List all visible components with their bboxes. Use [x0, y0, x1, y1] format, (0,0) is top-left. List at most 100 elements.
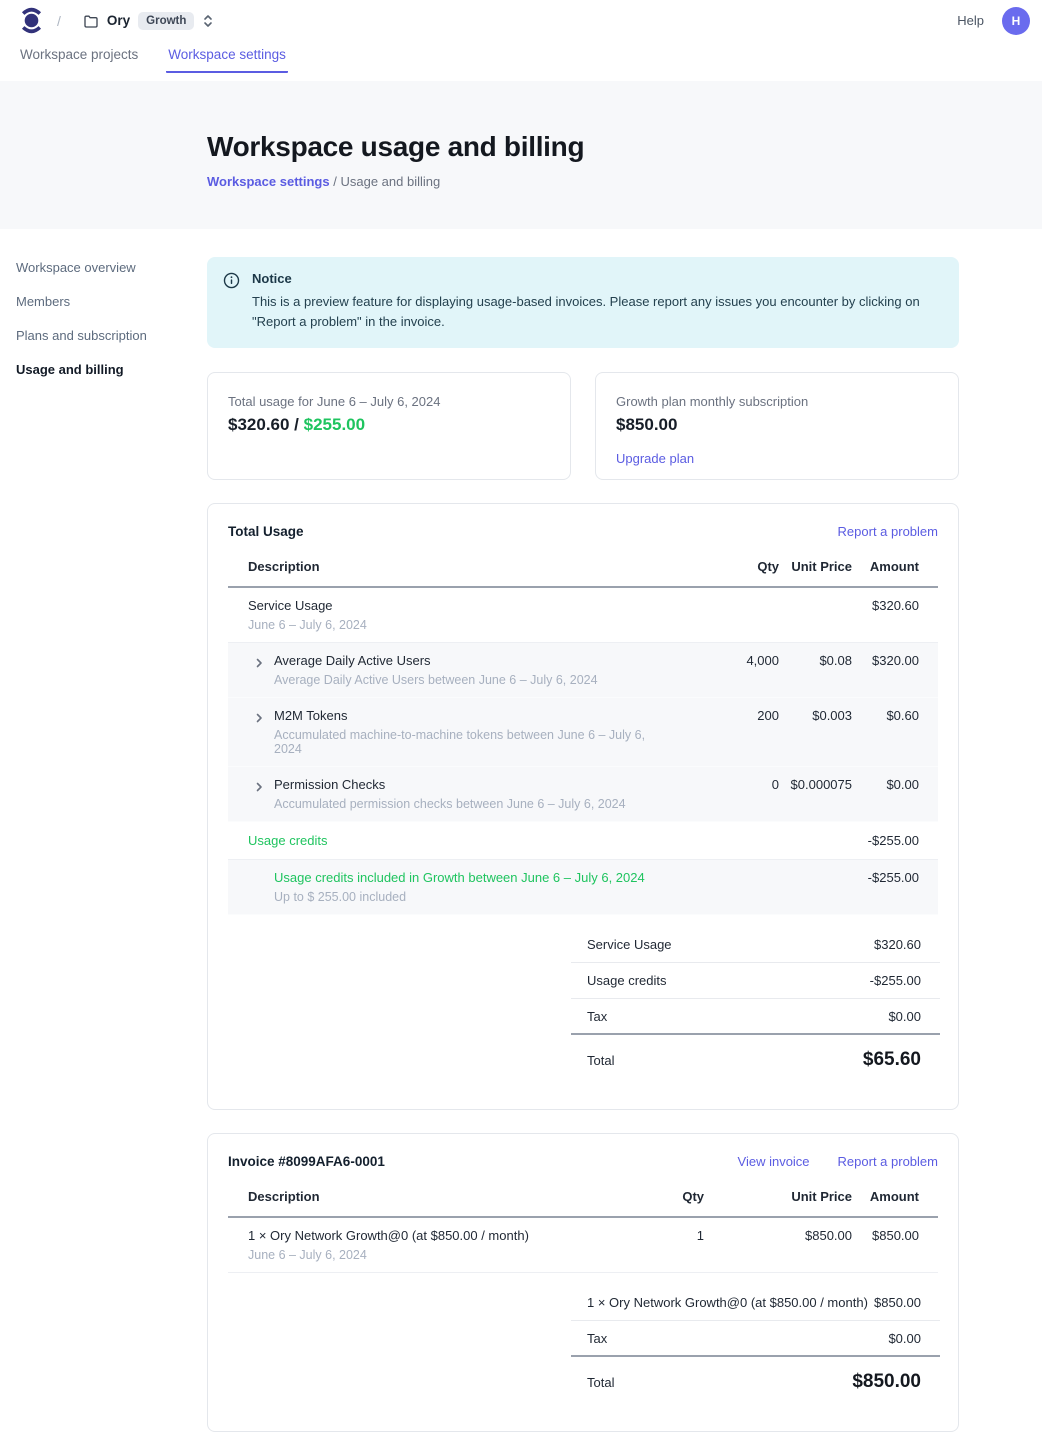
total-usage-label: Total usage for June 6 – July 6, 2024 [228, 394, 550, 409]
preview-notice: Notice This is a preview feature for dis… [207, 257, 959, 348]
upgrade-plan-link[interactable]: Upgrade plan [616, 451, 694, 466]
row-unit-price: $0.08 [779, 653, 852, 668]
chevron-updown-icon [202, 14, 214, 28]
summary-total-value: $850.00 [852, 1371, 921, 1393]
table-row-average-daily-active-users: Average Daily Active Users Average Daily… [228, 643, 938, 698]
report-a-problem-link[interactable]: Report a problem [838, 1154, 938, 1169]
breadcrumb-current: Usage and billing [340, 174, 440, 189]
row-name: Service Usage [248, 598, 676, 613]
summary-row-total: Total $65.60 [571, 1035, 940, 1085]
page-title: Workspace usage and billing [207, 131, 1002, 163]
tab-workspace-projects[interactable]: Workspace projects [18, 41, 140, 73]
row-unit-price: $850.00 [704, 1228, 852, 1243]
invoice-summary: 1 × Ory Network Growth@0 (at $850.00 / m… [571, 1285, 940, 1407]
page-header: Workspace usage and billing Workspace se… [0, 81, 1042, 229]
col-qty: Qty [654, 1189, 704, 1204]
row-amount: $0.00 [852, 777, 938, 792]
main-content: Notice This is a preview feature for dis… [207, 257, 959, 1450]
expand-chevron-icon[interactable] [253, 781, 265, 811]
summary-row-service-usage: Service Usage $320.60 [571, 927, 940, 963]
invoice-table-header: Description Qty Unit Price Amount [228, 1183, 938, 1218]
usage-separator: / [289, 415, 303, 434]
usage-table-header: Description Qty Unit Price Amount [228, 553, 938, 588]
total-usage-card: Total usage for June 6 – July 6, 2024 $3… [207, 372, 571, 480]
summary-value: $850.00 [874, 1295, 921, 1310]
plan-subscription-card: Growth plan monthly subscription $850.00… [595, 372, 959, 480]
breadcrumb-link-workspace-settings[interactable]: Workspace settings [207, 174, 330, 189]
col-amount: Amount [852, 559, 938, 574]
breadcrumb: Workspace settings / Usage and billing [207, 174, 1002, 189]
summary-row-usage-credits: Usage credits -$255.00 [571, 963, 940, 999]
usage-used-amount: $320.60 [228, 415, 289, 434]
sidebar-item-plans-and-subscription[interactable]: Plans and subscription [16, 325, 207, 346]
row-unit-price: $0.003 [779, 708, 852, 723]
settings-sidebar: Workspace overview Members Plans and sub… [0, 257, 207, 1450]
row-amount: $320.60 [852, 598, 938, 613]
summary-label: 1 × Ory Network Growth@0 (at $850.00 / m… [587, 1295, 868, 1310]
sidebar-item-usage-and-billing[interactable]: Usage and billing [16, 359, 207, 380]
row-subtitle: Up to $ 255.00 included [274, 890, 676, 904]
row-subtitle: June 6 – July 6, 2024 [248, 618, 676, 632]
table-row-usage-credits-included: Usage credits included in Growth between… [228, 860, 938, 915]
row-amount: -$255.00 [852, 870, 938, 885]
workspace-switcher[interactable]: Ory Growth [77, 8, 221, 34]
row-subtitle: Average Daily Active Users between June … [274, 673, 598, 687]
col-description: Description [228, 1189, 654, 1204]
usage-table: Description Qty Unit Price Amount Servic… [228, 553, 938, 915]
row-subtitle: June 6 – July 6, 2024 [248, 1248, 654, 1262]
sidebar-item-members[interactable]: Members [16, 291, 207, 312]
table-row-usage-credits: Usage credits -$255.00 [228, 822, 938, 860]
summary-label: Total [587, 1053, 614, 1068]
summary-label: Usage credits [587, 973, 666, 988]
col-description: Description [228, 559, 676, 574]
tab-workspace-settings[interactable]: Workspace settings [166, 41, 288, 73]
view-invoice-link[interactable]: View invoice [738, 1154, 810, 1169]
col-unit-price: Unit Price [779, 559, 852, 574]
notice-content: Notice This is a preview feature for dis… [252, 271, 943, 332]
summary-label: Total [587, 1375, 614, 1390]
row-name: M2M Tokens [274, 708, 676, 723]
table-row-m2m-tokens: M2M Tokens Accumulated machine-to-machin… [228, 698, 938, 767]
row-qty: 4,000 [676, 653, 779, 668]
help-link[interactable]: Help [957, 13, 984, 28]
row-amount: $320.00 [852, 653, 938, 668]
row-subtitle: Accumulated machine-to-machine tokens be… [274, 728, 676, 756]
summary-label: Service Usage [587, 937, 672, 952]
sidebar-item-workspace-overview[interactable]: Workspace overview [16, 257, 207, 278]
row-amount: $850.00 [852, 1228, 938, 1243]
topbar: / Ory Growth Help H [0, 0, 1042, 41]
summary-row-tax: Tax $0.00 [571, 1321, 940, 1357]
usage-included-amount: $255.00 [304, 415, 365, 434]
summary-value: -$255.00 [870, 973, 921, 988]
expand-chevron-icon[interactable] [253, 657, 265, 687]
row-name: Average Daily Active Users [274, 653, 598, 668]
avatar[interactable]: H [1002, 7, 1030, 35]
row-qty: 0 [676, 777, 779, 792]
col-unit-price: Unit Price [704, 1189, 852, 1204]
row-amount: -$255.00 [852, 833, 938, 848]
invoice-card: Invoice #8099AFA6-0001 View invoice Repo… [207, 1133, 959, 1432]
plan-badge: Growth [138, 12, 194, 30]
breadcrumb-separator: / [333, 174, 337, 189]
usage-card-header: Total Usage Report a problem [228, 524, 938, 539]
workspace-name: Ory [107, 13, 130, 28]
table-row-service-usage: Service Usage June 6 – July 6, 2024 $320… [228, 588, 938, 643]
col-qty: Qty [676, 559, 779, 574]
row-subtitle: Accumulated permission checks between Ju… [274, 797, 626, 811]
page-body: Workspace overview Members Plans and sub… [0, 229, 1042, 1450]
notice-body: This is a preview feature for displaying… [252, 292, 943, 332]
row-name: Usage credits included in Growth between… [274, 870, 676, 885]
row-name: 1 × Ory Network Growth@0 (at $850.00 / m… [248, 1228, 654, 1243]
total-usage-table-card: Total Usage Report a problem Description… [207, 503, 959, 1110]
row-qty: 200 [676, 708, 779, 723]
expand-chevron-icon[interactable] [253, 712, 265, 756]
summary-row-tax: Tax $0.00 [571, 999, 940, 1035]
summary-value: $0.00 [888, 1009, 921, 1024]
summary-row-total: Total $850.00 [571, 1357, 940, 1407]
summary-cards: Total usage for June 6 – July 6, 2024 $3… [207, 372, 959, 480]
ory-logo-icon[interactable] [20, 7, 43, 34]
report-a-problem-link[interactable]: Report a problem [838, 524, 938, 539]
summary-row-invoice-line: 1 × Ory Network Growth@0 (at $850.00 / m… [571, 1285, 940, 1321]
workspace-tabs: Workspace projects Workspace settings [0, 41, 1042, 81]
row-name: Usage credits [248, 833, 676, 848]
